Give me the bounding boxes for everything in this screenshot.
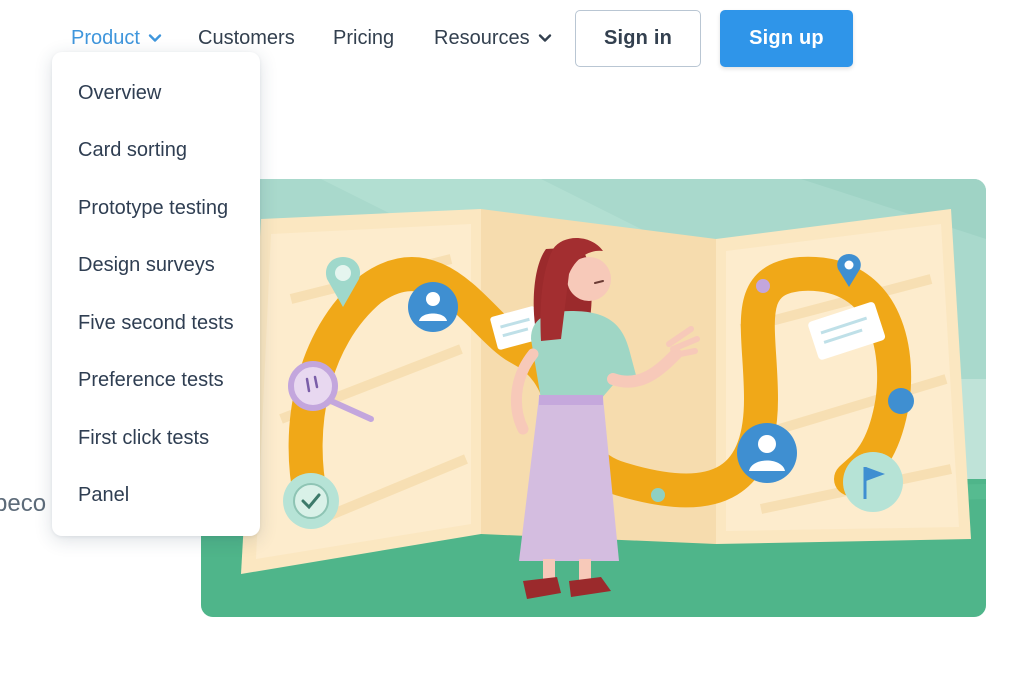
nav-customers[interactable]: Customers <box>198 24 295 52</box>
menu-item-first-click-tests[interactable]: First click tests <box>78 423 209 453</box>
hero-partial-text: peco <box>0 490 47 517</box>
menu-item-card-sorting[interactable]: Card sorting <box>78 135 187 165</box>
menu-item-five-second-tests[interactable]: Five second tests <box>78 308 234 338</box>
nav-product[interactable]: Product <box>71 24 162 52</box>
chevron-down-icon <box>538 31 552 45</box>
nav-product-label: Product <box>71 27 140 49</box>
sign-in-button[interactable]: Sign in <box>575 10 701 67</box>
menu-item-preference-tests[interactable]: Preference tests <box>78 365 224 395</box>
hero-illustration <box>201 179 986 617</box>
menu-item-panel[interactable]: Panel <box>78 480 129 510</box>
menu-item-overview[interactable]: Overview <box>78 78 161 108</box>
nav-pricing[interactable]: Pricing <box>333 24 394 52</box>
nav-resources[interactable]: Resources <box>434 24 552 52</box>
menu-item-design-surveys[interactable]: Design surveys <box>78 250 215 280</box>
sign-up-button[interactable]: Sign up <box>720 10 853 67</box>
nav-pricing-label: Pricing <box>333 27 395 49</box>
nav-customers-label: Customers <box>198 27 295 49</box>
nav-resources-label: Resources <box>434 27 530 49</box>
menu-item-prototype-testing[interactable]: Prototype testing <box>78 193 228 223</box>
product-dropdown-menu: Overview Card sorting Prototype testing … <box>52 52 260 536</box>
chevron-down-icon <box>148 31 162 45</box>
